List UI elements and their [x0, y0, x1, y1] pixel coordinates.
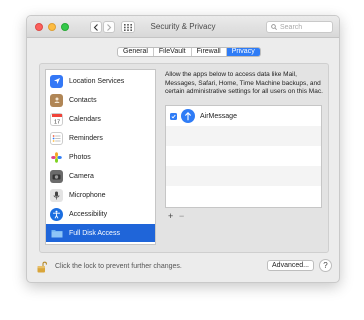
sidebar-item-label: Location Services	[69, 77, 125, 85]
empty-list-row	[166, 126, 321, 146]
airmessage-icon	[181, 109, 195, 123]
bottom-bar: Click the lock to prevent further change…	[27, 252, 339, 282]
sidebar-item-camera[interactable]: Camera	[46, 167, 155, 185]
sidebar-item-label: Reminders	[69, 134, 103, 142]
tab-general[interactable]: General	[118, 48, 154, 56]
sidebar-item-microphone[interactable]: Microphone	[46, 186, 155, 204]
sidebar-item-location-services[interactable]: Location Services	[46, 72, 155, 90]
sidebar-item-label: Camera	[69, 172, 94, 180]
empty-list-row	[166, 166, 321, 186]
svg-text:17: 17	[53, 119, 59, 124]
sidebar-item-accessibility[interactable]: Accessibility	[46, 205, 155, 223]
add-app-button[interactable]: +	[168, 212, 173, 221]
checkmark-icon	[171, 114, 176, 118]
lock-button[interactable]	[37, 261, 47, 275]
sidebar-item-contacts[interactable]: Contacts	[46, 91, 155, 109]
privacy-panel: Location Services Contacts 17 Calendars …	[39, 63, 329, 253]
app-access-checkbox[interactable]	[170, 112, 177, 120]
reminders-list-icon	[50, 131, 63, 145]
accessibility-icon	[50, 207, 63, 221]
tab-filevault[interactable]: FileVault	[154, 48, 192, 56]
camera-icon	[50, 169, 63, 183]
sidebar-item-label: Contacts	[69, 96, 97, 104]
preference-tabs: General FileVault Firewall Privacy	[117, 47, 261, 57]
security-privacy-window: Security & Privacy Search General FileVa…	[26, 15, 340, 283]
unlocked-padlock-icon	[37, 261, 47, 273]
calendar-icon: 17	[50, 112, 63, 126]
sidebar-item-photos[interactable]: Photos	[46, 148, 155, 166]
list-item[interactable]: AirMessage	[166, 106, 321, 126]
app-access-list: AirMessage	[165, 105, 322, 208]
sidebar-item-label: Accessibility	[69, 210, 108, 218]
search-placeholder: Search	[280, 23, 303, 31]
contacts-book-icon	[50, 93, 63, 107]
help-button[interactable]: ?	[319, 259, 332, 272]
sidebar-item-label: Microphone	[69, 191, 106, 199]
sidebar-item-reminders[interactable]: Reminders	[46, 129, 155, 147]
empty-list-row	[166, 146, 321, 166]
advanced-button[interactable]: Advanced...	[267, 260, 314, 271]
sidebar-item-full-disk-access[interactable]: Full Disk Access	[46, 224, 155, 242]
access-description: Allow the apps below to access data like…	[165, 71, 323, 95]
sidebar-item-label: Full Disk Access	[69, 229, 120, 237]
folder-icon	[50, 227, 63, 240]
sidebar-item-label: Calendars	[69, 115, 101, 123]
search-icon	[271, 24, 277, 30]
remove-app-button[interactable]: −	[179, 212, 184, 221]
search-field[interactable]: Search	[266, 21, 333, 33]
privacy-category-list: Location Services Contacts 17 Calendars …	[45, 69, 156, 245]
app-name: AirMessage	[200, 112, 237, 120]
microphone-icon	[50, 188, 63, 202]
sidebar-item-label: Photos	[69, 153, 91, 161]
empty-list-row	[166, 186, 321, 206]
tab-privacy[interactable]: Privacy	[226, 48, 260, 56]
tab-firewall[interactable]: Firewall	[192, 48, 227, 56]
lock-instruction-text: Click the lock to prevent further change…	[55, 263, 182, 270]
location-arrow-icon	[50, 74, 63, 88]
photos-flower-icon	[50, 150, 63, 164]
sidebar-item-calendars[interactable]: 17 Calendars	[46, 110, 155, 128]
title-bar: Security & Privacy Search	[27, 16, 339, 38]
